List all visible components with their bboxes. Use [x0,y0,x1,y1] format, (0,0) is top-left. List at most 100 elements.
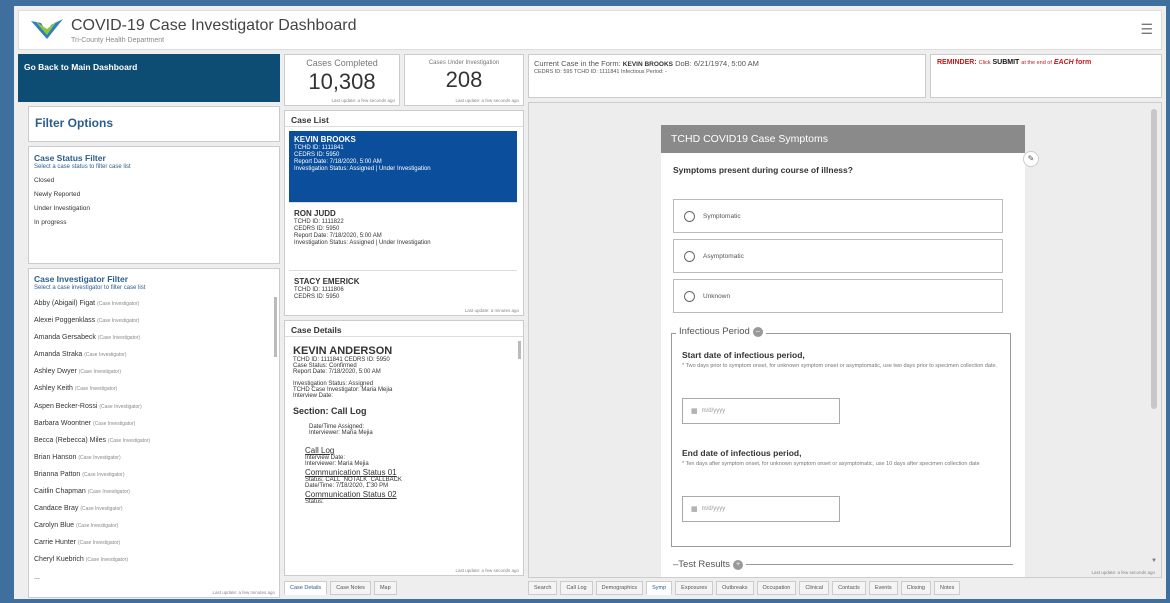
case-details-scrollbar[interactable] [518,341,521,359]
tab-contacts[interactable]: Contacts [832,581,866,595]
status-item-closed[interactable]: Closed [34,177,274,184]
investigator-item[interactable]: Ashley Dwyer (Case Investigator) [34,363,274,380]
investigator-scrollbar[interactable] [274,297,277,357]
filter-options-panel: Filter Options [28,106,280,142]
status-item-under-investigation[interactable]: Under Investigation [34,205,274,212]
cases-completed-value: 10,308 [308,69,376,94]
investigator-name: ... [34,573,40,581]
investigator-item[interactable]: Cheryl Kuebrich (Case Investigator) [34,551,274,568]
infectious-period-title: Infectious Period [679,326,750,337]
reminder-each: EACH [1053,59,1074,66]
call-log-link[interactable]: Call Log [305,446,523,455]
case-details-name: KEVIN ANDERSON [293,345,393,357]
investigator-name: Brianna Patton [34,470,81,478]
investigator-item[interactable]: Ashley Keith (Case Investigator) [34,380,274,397]
investigator-name: Barbara Woontner [34,419,92,427]
communication-status-02-link[interactable]: Communication Status 02 [305,490,523,499]
investigator-item[interactable]: Barbara Woontner (Case Investigator) [34,415,274,432]
investigator-item[interactable]: Caitlin Chapman (Case Investigator) [34,483,274,500]
infectious-period-legend: Infectious Period – [676,326,766,337]
case-name: STACY EMERICK [294,277,360,286]
form-area: TCHD COVID19 Case Symptoms Symptoms pres… [528,102,1162,578]
case-status-filter-help: Select a case status to filter case list [34,164,131,170]
tab-exposures[interactable]: Exposures [675,581,714,595]
radio-symptomatic[interactable]: Symptomatic [673,199,1003,233]
tab-outbreaks[interactable]: Outbreaks [716,581,754,595]
current-case-banner: Current Case in the Form: KEVIN BROOKS D… [528,54,926,98]
investigator-item[interactable]: Carrie Hunter (Case Investigator) [34,534,274,551]
investigator-role: (Case Investigator) [107,437,151,444]
reminder-label: REMINDER: [937,59,977,66]
investigator-item[interactable]: Brianna Patton (Case Investigator) [34,466,274,483]
investigator-item[interactable]: Aspen Becker-Rossi (Case Investigator) [34,398,274,415]
investigator-item[interactable]: Candace Bray (Case Investigator) [34,500,274,517]
investigator-role: (Case Investigator) [87,489,130,496]
tab-map[interactable]: Map [373,581,397,595]
investigator-name: Ashley Keith [34,385,73,393]
tab-demographics[interactable]: Demographics [595,581,644,595]
investigator-item[interactable]: Carolyn Blue (Case Investigator) [34,517,274,534]
case-list-panel: Case List KEVIN BROOKS TCHD ID: 1111841 … [284,110,524,316]
tab-notes[interactable]: Notes [933,581,961,595]
radio-asymptomatic[interactable]: Asymptomatic [673,239,1003,273]
case-details-tabs: Case Details Case Notes Map [284,581,397,595]
tab-events[interactable]: Events [868,581,898,595]
status-item-newly-reported[interactable]: Newly Reported [34,191,274,198]
tab-call-log[interactable]: Call Log [560,581,593,595]
tab-occupation[interactable]: Occupation [756,581,797,595]
cases-completed-update: Last update: a few seconds ago [331,98,395,103]
hamburger-icon[interactable]: ☰ [1140,21,1153,38]
case-list-last-update: Last update: a minutes ago [464,308,519,313]
back-to-main-button[interactable]: Go Back to Main Dashboard [18,54,280,102]
tab-symp[interactable]: Symp [646,581,673,595]
status-list: Closed Newly Reported Under Investigatio… [34,177,274,226]
end-date-input[interactable]: ▦ m/d/yyyy [682,496,840,522]
case-card-ron-judd[interactable]: RON JUDD TCHD ID: 1111822 CEDRS ID: 5950… [289,205,517,271]
case-details-interview-date: Interview Date: [293,393,334,399]
case-card-stacy-emerick[interactable]: STACY EMERICK TCHD ID: 1111806 CEDRS ID:… [289,273,517,309]
call-log-entry-interviewer: Interviewer: Maria Mejia [305,461,369,467]
case-card-kevin-brooks[interactable]: KEVIN BROOKS TCHD ID: 1111841 CEDRS ID: … [289,131,517,203]
test-results-title: Test Results [678,559,731,570]
case-report-date: Report Date: 7/18/2020, 5:00 AM [294,233,382,239]
investigator-item[interactable]: Abby (Abigail) Figat (Case Investigator) [34,295,274,312]
form-scrollbar[interactable] [1151,109,1157,549]
tab-search[interactable]: Search [528,581,558,595]
form-scroll-thumb[interactable] [1151,109,1157,409]
cases-completed-label: Cases Completed [306,58,378,68]
investigator-item[interactable]: Amanda Straka (Case Investigator) [34,346,274,363]
tchd-logo-icon [31,19,63,39]
radio-unknown[interactable]: Unknown [673,279,1003,313]
investigator-item[interactable]: Alexei Poggenklass (Case Investigator) [34,312,274,329]
case-details-title: Case Details [285,321,523,337]
radio-label: Unknown [703,292,731,300]
tab-case-details[interactable]: Case Details [284,581,328,595]
communication-status-01-link[interactable]: Communication Status 01 [305,468,523,477]
case-investigator-filter-title: Case Investigator Filter [34,274,129,284]
call-log-interviewer: Interviewer: Maria Mejia [309,430,373,436]
reminder-form: form [1075,59,1092,66]
investigator-item[interactable]: ... [34,569,274,586]
investigator-item[interactable]: Brian Hanson (Case Investigator) [34,449,274,466]
tab-case-notes[interactable]: Case Notes [330,581,371,595]
investigator-name: Becca (Rebecca) Miles [34,436,106,444]
investigator-name: Abby (Abigail) Figat [34,300,96,307]
case-investigator-filter-help: Select a case investigator to filter cas… [34,285,146,291]
case-investigation-status: Investigation Status: Assigned | Under I… [294,166,431,172]
reminder-middle: at the end of [1021,60,1052,66]
investigator-role: (Case Investigator) [84,352,127,359]
scroll-down-arrow-icon[interactable]: ▼ [1151,558,1157,564]
tab-clinical[interactable]: Clinical [799,581,830,595]
investigator-last-update: Last update: a few minutes ago [212,590,275,595]
investigator-item[interactable]: Becca (Rebecca) Miles (Case Investigator… [34,432,274,449]
start-date-input[interactable]: ▦ m/d/yyyy [682,398,840,424]
investigator-role: (Case Investigator) [80,506,123,513]
expand-icon[interactable]: + [733,559,744,570]
investigator-item[interactable]: Amanda Gersabeck (Case Investigator) [34,329,274,346]
filter-options-title: Filter Options [35,116,113,130]
status-item-in-progress[interactable]: In progress [34,219,274,226]
tab-closing[interactable]: Closing [900,581,931,595]
collapse-icon[interactable]: – [752,326,763,337]
edit-pencil-icon[interactable]: ✎ [1023,151,1039,167]
case-tchd-id: TCHD ID: 1111841 [294,145,344,151]
